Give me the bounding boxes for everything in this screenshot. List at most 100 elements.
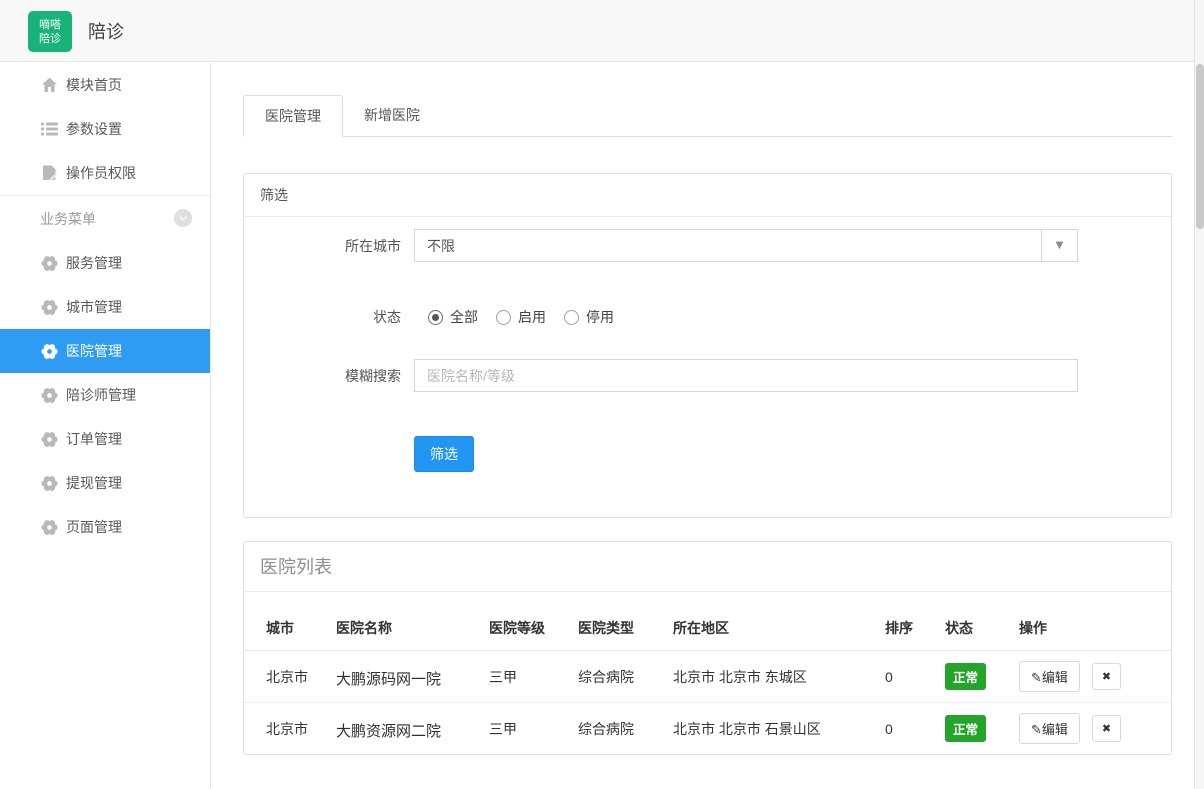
logo-text-line1: 嘀嗒 — [39, 18, 61, 32]
sidebar-section-label: 业务菜单 — [40, 209, 96, 229]
sidebar-item-withdrawal-management[interactable]: 提现管理 — [0, 461, 210, 505]
row-actions: ✎编辑 ✖ — [1019, 661, 1163, 692]
list-icon — [40, 120, 58, 138]
tab-add-hospital[interactable]: 新增医院 — [343, 95, 441, 136]
radio-icon — [428, 310, 443, 325]
column-header-area: 所在地区 — [665, 592, 877, 651]
sidebar-item-label: 模块首页 — [66, 75, 122, 95]
sidebar-item-label: 订单管理 — [66, 429, 122, 449]
search-label: 模糊搜索 — [244, 366, 401, 386]
gear-icon — [40, 342, 58, 360]
cell-grade: 三甲 — [481, 703, 570, 755]
sidebar-item-operator-permissions[interactable]: 操作员权限 — [0, 151, 210, 195]
radio-label: 全部 — [450, 307, 478, 327]
cell-type: 综合病院 — [570, 651, 665, 703]
sidebar: 模块首页 参数设置 操作员权限 业务菜单 — [0, 63, 211, 789]
sidebar-item-label: 陪诊师管理 — [66, 385, 136, 405]
main-content: 医院管理 新增医院 筛选 所在城市 不限 ▼ 状态 — [212, 63, 1194, 789]
sidebar-item-order-management[interactable]: 订单管理 — [0, 417, 210, 461]
filter-panel: 筛选 所在城市 不限 ▼ 状态 全部 — [243, 173, 1172, 518]
cell-area: 北京市 北京市 东城区 — [665, 651, 877, 703]
column-header-actions: 操作 — [1011, 592, 1171, 651]
delete-button[interactable]: ✖ — [1092, 715, 1121, 742]
form-row-submit: 筛选 — [244, 436, 1171, 472]
search-input[interactable] — [414, 359, 1078, 392]
gear-icon — [40, 386, 58, 404]
city-label: 所在城市 — [244, 236, 401, 256]
gear-icon — [40, 474, 58, 492]
cell-type: 综合病院 — [570, 703, 665, 755]
radio-status-all[interactable]: 全部 — [428, 307, 478, 327]
status-badge: 正常 — [945, 715, 986, 742]
sidebar-item-city-management[interactable]: 城市管理 — [0, 285, 210, 329]
document-icon — [40, 164, 58, 182]
table-header-row: 城市 医院名称 医院等级 医院类型 所在地区 排序 状态 操作 — [244, 592, 1171, 651]
hospital-table: 城市 医院名称 医院等级 医院类型 所在地区 排序 状态 操作 北京市 大鹏源码… — [244, 592, 1171, 754]
radio-status-enabled[interactable]: 启用 — [496, 307, 546, 327]
status-badge: 正常 — [945, 663, 986, 690]
hospital-list-panel: 医院列表 城市 医院名称 医院等级 医院类型 所在地区 排序 状态 操作 — [243, 541, 1172, 755]
form-row-status: 状态 全部 启用 停用 — [244, 307, 1171, 327]
tab-hospital-management[interactable]: 医院管理 — [243, 95, 343, 137]
home-icon — [40, 76, 58, 94]
status-label: 状态 — [244, 307, 401, 327]
radio-status-disabled[interactable]: 停用 — [564, 307, 614, 327]
page-scrollbar[interactable] — [1194, 0, 1204, 789]
city-select-value[interactable]: 不限 — [414, 229, 1042, 262]
sidebar-item-module-home[interactable]: 模块首页 — [0, 63, 210, 107]
gear-icon — [40, 254, 58, 272]
chevron-down-icon[interactable]: ▼ — [1042, 229, 1078, 262]
edit-button[interactable]: ✎编辑 — [1019, 713, 1080, 744]
city-select[interactable]: 不限 ▼ — [414, 229, 1078, 262]
cell-sort: 0 — [877, 703, 937, 755]
cell-city: 北京市 — [244, 703, 328, 755]
sidebar-section-business-menu: 业务菜单 — [0, 196, 210, 241]
gear-icon — [40, 298, 58, 316]
sidebar-item-label: 操作员权限 — [66, 163, 136, 183]
app-logo: 嘀嗒 陪诊 — [28, 11, 72, 52]
column-header-grade: 医院等级 — [481, 592, 570, 651]
column-header-city: 城市 — [244, 592, 328, 651]
sidebar-item-escort-management[interactable]: 陪诊师管理 — [0, 373, 210, 417]
row-actions: ✎编辑 ✖ — [1019, 713, 1163, 744]
cell-hospital-name: 大鹏资源网二院 — [328, 703, 481, 755]
app-header: 嘀嗒 陪诊 陪诊 — [0, 0, 1194, 62]
sidebar-item-label: 医院管理 — [66, 341, 122, 361]
scrollbar-thumb[interactable] — [1196, 64, 1204, 229]
radio-icon — [564, 310, 579, 325]
cell-sort: 0 — [877, 651, 937, 703]
sidebar-item-label: 城市管理 — [66, 297, 122, 317]
edit-button[interactable]: ✎编辑 — [1019, 661, 1080, 692]
sidebar-item-hospital-management[interactable]: 医院管理 — [0, 329, 210, 373]
sidebar-item-label: 页面管理 — [66, 517, 122, 537]
logo-text-line2: 陪诊 — [39, 32, 61, 46]
sidebar-item-page-management[interactable]: 页面管理 — [0, 505, 210, 549]
sidebar-item-label: 参数设置 — [66, 119, 122, 139]
radio-label: 启用 — [518, 307, 546, 327]
sidebar-item-label: 提现管理 — [66, 473, 122, 493]
tab-bar: 医院管理 新增医院 — [243, 95, 1172, 137]
cell-area: 北京市 北京市 石景山区 — [665, 703, 877, 755]
chevron-down-circle-icon[interactable] — [174, 209, 192, 230]
cell-hospital-name: 大鹏源码网一院 — [328, 651, 481, 703]
gear-icon — [40, 430, 58, 448]
column-header-sort: 排序 — [877, 592, 937, 651]
radio-label: 停用 — [586, 307, 614, 327]
filter-submit-button[interactable]: 筛选 — [414, 436, 474, 472]
gear-icon — [40, 518, 58, 536]
status-radio-group: 全部 启用 停用 — [428, 307, 614, 327]
form-row-city: 所在城市 不限 ▼ — [244, 229, 1171, 262]
delete-button[interactable]: ✖ — [1092, 663, 1121, 690]
page-title: 陪诊 — [88, 0, 124, 62]
filter-form: 所在城市 不限 ▼ 状态 全部 启 — [244, 217, 1171, 517]
table-row: 北京市 大鹏源码网一院 三甲 综合病院 北京市 北京市 东城区 0 正常 ✎编辑… — [244, 651, 1171, 703]
table-row: 北京市 大鹏资源网二院 三甲 综合病院 北京市 北京市 石景山区 0 正常 ✎编… — [244, 703, 1171, 755]
sidebar-item-parameter-settings[interactable]: 参数设置 — [0, 107, 210, 151]
form-row-search: 模糊搜索 — [244, 359, 1171, 392]
radio-icon — [496, 310, 511, 325]
column-header-type: 医院类型 — [570, 592, 665, 651]
page: 嘀嗒 陪诊 陪诊 模块首页 参数设置 — [0, 0, 1204, 789]
filter-panel-title: 筛选 — [244, 174, 1171, 217]
sidebar-item-service-management[interactable]: 服务管理 — [0, 241, 210, 285]
column-header-name: 医院名称 — [328, 592, 481, 651]
